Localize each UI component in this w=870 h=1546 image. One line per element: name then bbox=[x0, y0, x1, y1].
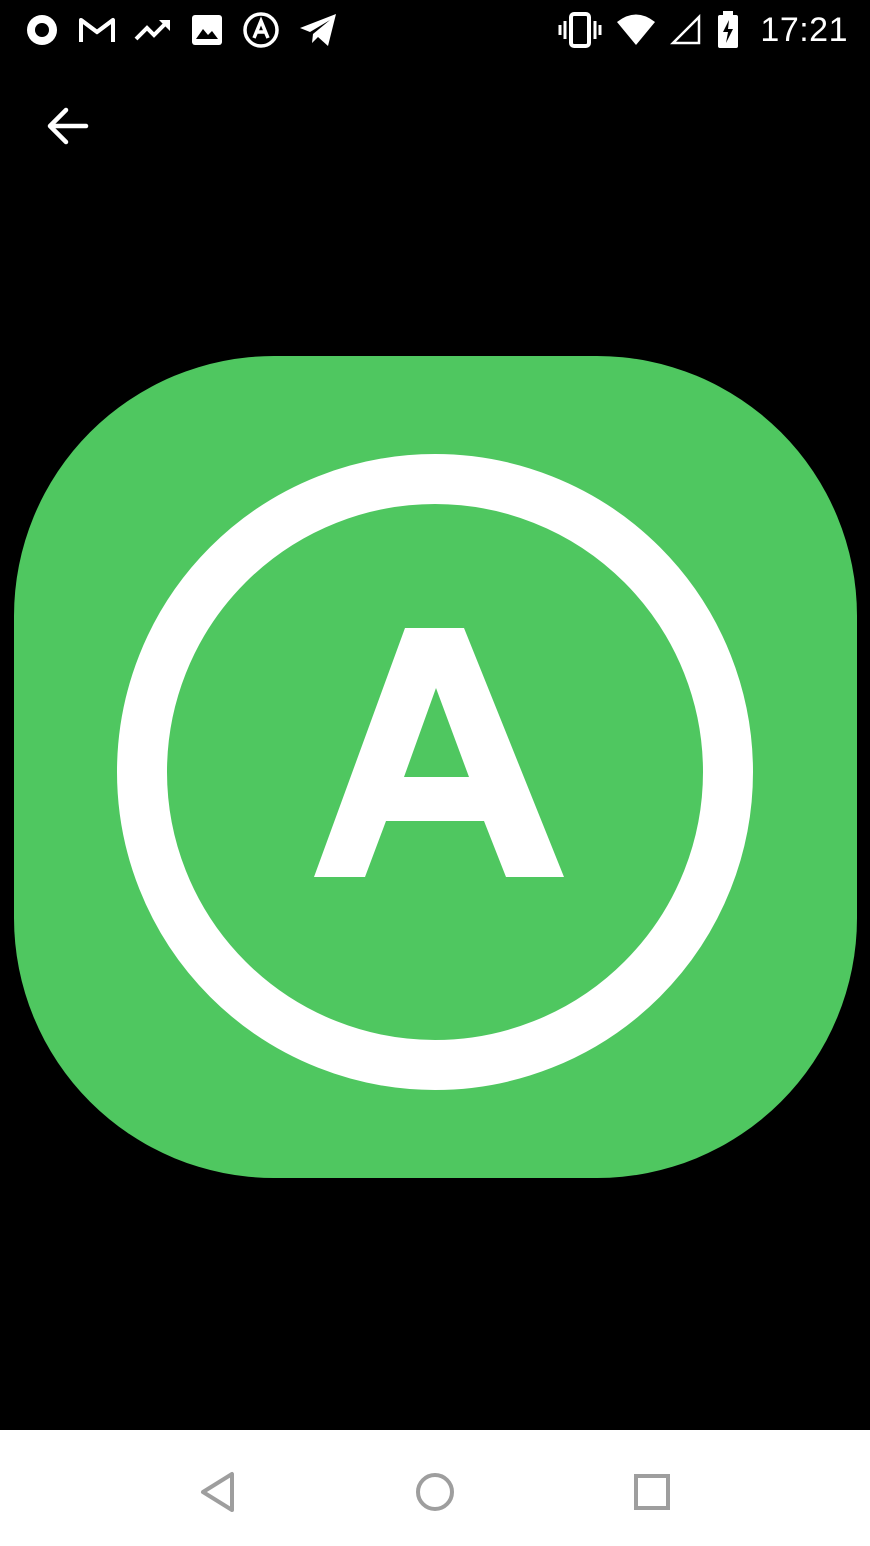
back-triangle-icon bbox=[201, 1472, 234, 1512]
image-icon bbox=[192, 15, 222, 45]
nav-recents-button[interactable] bbox=[620, 1460, 684, 1524]
system-icons: 17:21 bbox=[558, 8, 848, 52]
telegram-icon bbox=[300, 14, 336, 46]
navigation-bar bbox=[0, 1430, 870, 1546]
app-icon-image[interactable] bbox=[14, 356, 857, 1178]
home-circle-icon bbox=[416, 1473, 454, 1511]
recents-square-icon bbox=[634, 1474, 670, 1510]
wifi-icon bbox=[617, 14, 656, 45]
back-button[interactable] bbox=[30, 88, 106, 164]
nav-back-button[interactable] bbox=[186, 1460, 250, 1524]
notification-icons bbox=[24, 8, 338, 52]
clock: 17:21 bbox=[760, 10, 848, 49]
screen: 17:21 bbox=[0, 0, 870, 1546]
circle-a-icon bbox=[243, 12, 279, 48]
status-bar: 17:21 bbox=[0, 0, 870, 60]
signal-icon bbox=[670, 14, 701, 45]
trending-icon bbox=[134, 20, 170, 41]
nav-home-button[interactable] bbox=[403, 1460, 467, 1524]
battery-charging-icon bbox=[718, 11, 739, 48]
gmail-icon bbox=[79, 18, 115, 42]
arrow-left-icon bbox=[47, 107, 89, 145]
vibrate-icon bbox=[558, 12, 602, 48]
record-icon bbox=[27, 15, 57, 45]
